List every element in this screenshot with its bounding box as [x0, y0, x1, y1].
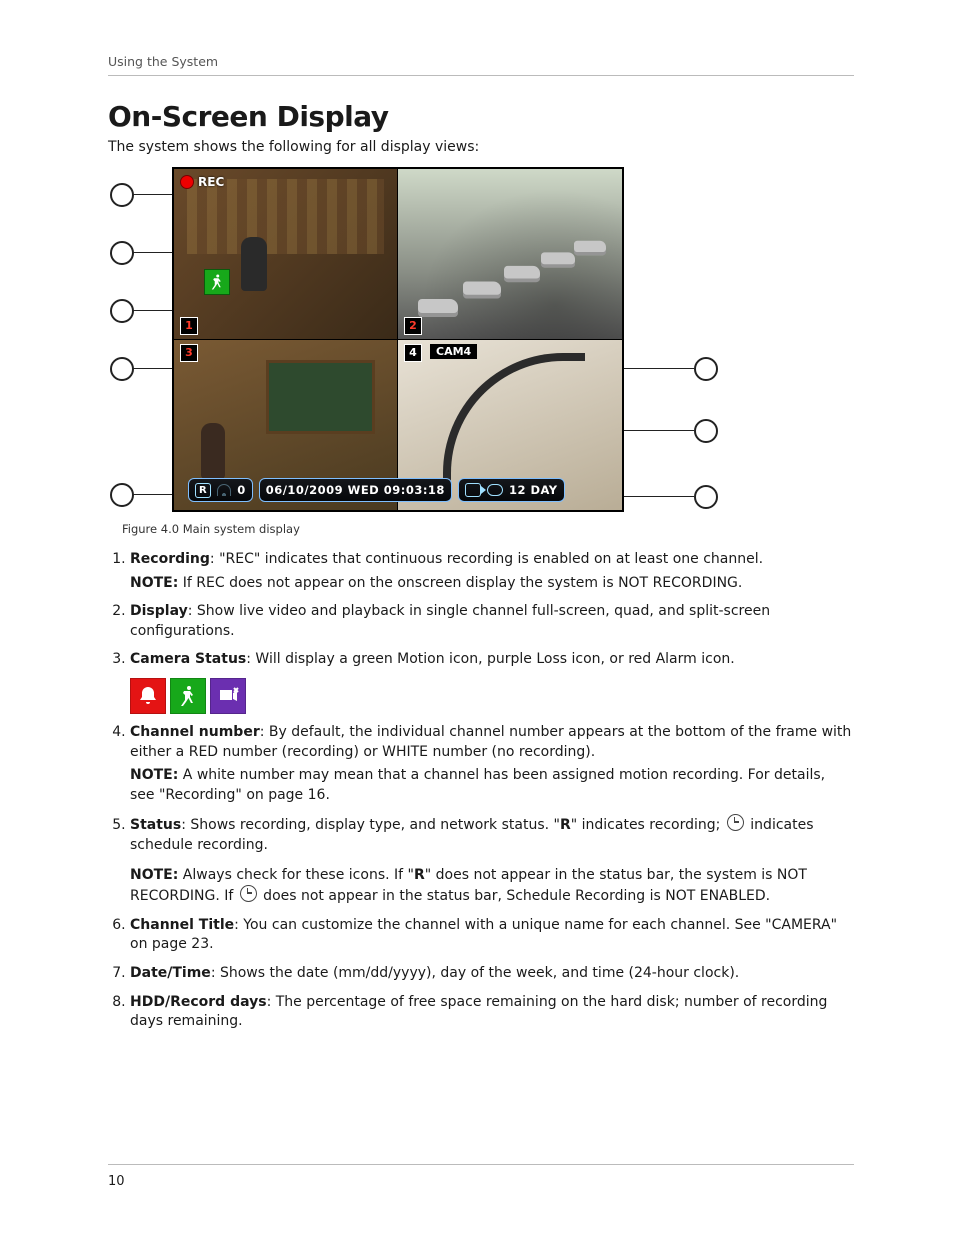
motion-icon — [170, 678, 206, 714]
body: : Show live video and playback in single… — [130, 603, 770, 639]
note: NOTE: A white number may mean that a cha… — [130, 766, 854, 805]
status-pill-datetime: 06/10/2009 WED 09:03:18 — [259, 478, 452, 502]
callout-8 — [694, 485, 718, 509]
body: : "REC" indicates that continuous record… — [210, 551, 763, 567]
quad-display: REC 1 2 3 4 CAM4 — [172, 167, 624, 512]
note-text: If REC does not appear on the onscreen d… — [183, 575, 743, 591]
status-pill-hdd: 12 DAY — [458, 478, 565, 502]
running-head: Using the System — [108, 54, 854, 69]
note-label: NOTE: — [130, 767, 178, 783]
channel-number-4: 4 — [404, 344, 422, 362]
callout-1-line — [132, 194, 176, 195]
body: : You can customize the channel with a u… — [130, 917, 837, 953]
alarm-icon — [130, 678, 166, 714]
note: NOTE: If REC does not appear on the onsc… — [130, 574, 854, 594]
body: : Will display a green Motion icon, purp… — [246, 651, 734, 667]
callout-6 — [694, 357, 718, 381]
callout-2 — [110, 241, 134, 265]
clock-icon — [240, 885, 257, 902]
note-text: A white number may mean that a channel h… — [130, 767, 825, 803]
note-post: does not appear in the status bar, Sched… — [259, 888, 770, 904]
network-icon — [217, 484, 231, 496]
callout-5 — [110, 483, 134, 507]
note-r: R — [414, 867, 425, 883]
callout-4-line — [132, 368, 176, 369]
item-channel-number: Channel number: By default, the individu… — [130, 723, 854, 805]
item-camera-status: Camera Status: Will display a green Moti… — [130, 650, 854, 714]
loss-icon — [210, 678, 246, 714]
motion-icon — [204, 269, 230, 295]
term: Channel number — [130, 724, 260, 740]
status-pill-rec-net: R 0 — [188, 478, 253, 502]
item-channel-title: Channel Title: You can customize the cha… — [130, 916, 854, 955]
header-rule — [108, 75, 854, 76]
item-hdd-record-days: HDD/Record days: The percentage of free … — [130, 993, 854, 1032]
footer-rule — [108, 1164, 854, 1165]
callout-1 — [110, 183, 134, 207]
term: HDD/Record days — [130, 994, 267, 1010]
callout-4 — [110, 357, 134, 381]
item-display: Display: Show live video and playback in… — [130, 602, 854, 641]
status-recording-icon: R — [195, 483, 211, 498]
term: Display — [130, 603, 188, 619]
note-label: NOTE: — [130, 867, 178, 883]
page-title: On-Screen Display — [108, 100, 854, 133]
figure-caption: Figure 4.0 Main system display — [122, 522, 854, 536]
item-status: Status: Shows recording, display type, a… — [130, 814, 854, 906]
status-bar: R 0 06/10/2009 WED 09:03:18 12 DAY — [188, 478, 608, 502]
camera-view-2: 2 — [398, 169, 622, 340]
body-pre: : Shows recording, display type, and net… — [181, 817, 560, 833]
record-dot-icon — [180, 175, 194, 189]
body-r: R — [560, 817, 571, 833]
callout-7 — [694, 419, 718, 443]
channel-title-4: CAM4 — [430, 344, 477, 359]
status-net-count: 0 — [237, 483, 246, 497]
definition-list: Recording: "REC" indicates that continuo… — [108, 550, 854, 1032]
item-recording: Recording: "REC" indicates that continuo… — [130, 550, 854, 593]
camera-view-1: REC 1 — [174, 169, 398, 340]
term: Camera Status — [130, 651, 246, 667]
channel-number-1: 1 — [180, 317, 198, 335]
note-pre: Always check for these icons. If " — [183, 867, 414, 883]
clock-icon — [727, 814, 744, 831]
sequence-icon — [465, 483, 481, 497]
term: Status — [130, 817, 181, 833]
term: Recording — [130, 551, 210, 567]
term: Date/Time — [130, 965, 211, 981]
channel-number-3: 3 — [180, 344, 198, 362]
rec-indicator: REC — [180, 175, 224, 189]
status-hdd-days: 12 DAY — [509, 483, 558, 497]
item-date-time: Date/Time: Shows the date (mm/dd/yyyy), … — [130, 964, 854, 984]
intro-text: The system shows the following for all d… — [108, 139, 854, 155]
status-icon-row — [130, 678, 854, 714]
term: Channel Title — [130, 917, 234, 933]
note: NOTE: Always check for these icons. If "… — [130, 866, 854, 907]
body-mid: " indicates recording; — [571, 817, 725, 833]
note-label: NOTE: — [130, 575, 178, 591]
body: : Shows the date (mm/dd/yyyy), day of th… — [211, 965, 739, 981]
status-datetime: 06/10/2009 WED 09:03:18 — [266, 483, 445, 497]
rec-label: REC — [198, 175, 224, 189]
page-number: 10 — [108, 1174, 125, 1189]
hdd-icon — [487, 484, 503, 496]
figure: REC 1 2 3 4 CAM4 — [104, 167, 744, 512]
callout-3 — [110, 299, 134, 323]
channel-number-2: 2 — [404, 317, 422, 335]
callout-2-line — [132, 252, 176, 253]
